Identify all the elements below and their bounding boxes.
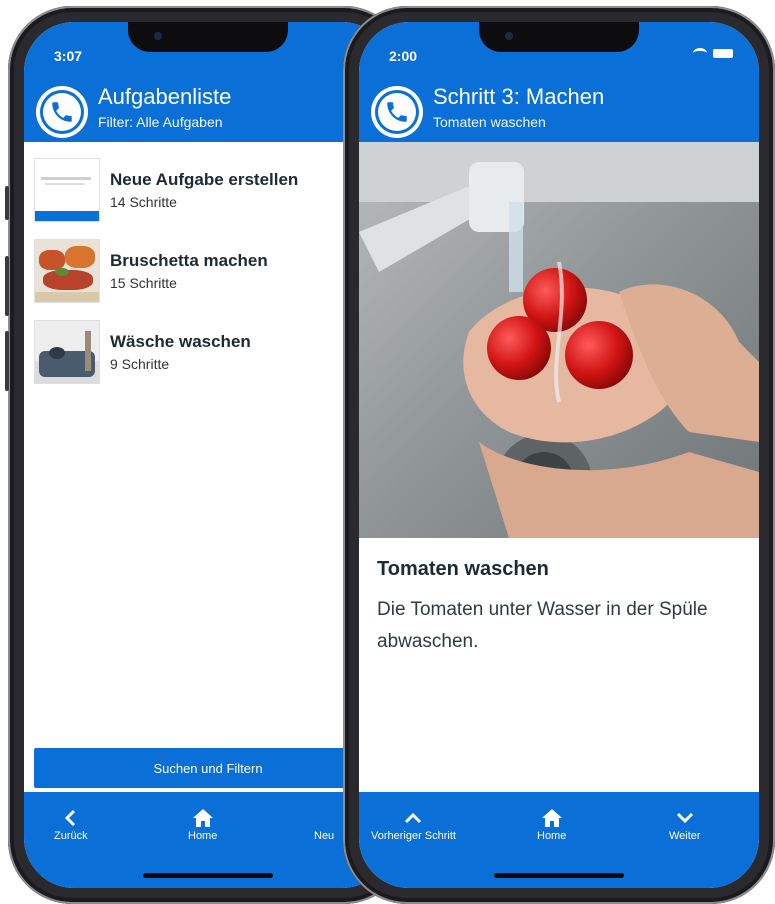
previous-step-button[interactable]: Vorheriger Schritt xyxy=(371,806,456,842)
task-thumbnail xyxy=(34,239,100,303)
page-title: Aufgabenliste xyxy=(98,84,232,109)
task-steps: 14 Schritte xyxy=(110,194,177,210)
next-button[interactable]: Weiter xyxy=(669,806,701,842)
home-icon xyxy=(192,806,214,830)
step-header-subtitle: Tomaten waschen xyxy=(433,114,546,130)
home-label: Home xyxy=(188,830,218,842)
step-photo xyxy=(359,142,759,538)
status-time: 3:07 xyxy=(54,48,83,64)
right-phone-frame: 2:00 Schritt 3: Machen Tomaten waschen T… xyxy=(343,6,775,904)
filter-subtitle: Filter: Alle Aufgaben xyxy=(98,114,223,130)
home-indicator xyxy=(494,873,624,878)
step-description: Die Tomaten unter Wasser in der Spüle ab… xyxy=(377,599,708,652)
home-button[interactable]: Home xyxy=(537,806,566,842)
left-phone-volume-down xyxy=(5,331,9,391)
notch xyxy=(479,22,639,52)
left-phone-screen: 3:07 Aufgabenliste Filter: Alle Aufgaben xyxy=(24,22,392,888)
left-phone-side-button xyxy=(5,186,9,220)
search-filter-button[interactable]: Suchen und Filtern xyxy=(34,748,392,788)
new-label: Neu xyxy=(314,830,335,842)
home-icon xyxy=(541,806,563,830)
back-button[interactable]: Zurück xyxy=(54,806,88,842)
task-item[interactable]: Neue Aufgabe erstellen 14 Schritte xyxy=(24,150,392,231)
previous-step-label: Vorheriger Schritt xyxy=(371,830,456,842)
call-icon[interactable] xyxy=(36,86,88,138)
task-name: Bruschetta machen xyxy=(110,251,268,270)
left-phone-volume-up xyxy=(5,256,9,316)
battery-icon xyxy=(713,48,733,58)
task-steps: 15 Schritte xyxy=(110,275,177,291)
chevron-left-icon xyxy=(64,806,78,830)
status-time: 2:00 xyxy=(389,48,418,64)
chevron-down-icon xyxy=(676,806,694,830)
task-item[interactable]: Wäsche waschen 9 Schritte xyxy=(24,312,392,393)
stage: 3:07 Aufgabenliste Filter: Alle Aufgaben xyxy=(0,0,775,904)
new-button[interactable]: Neu xyxy=(314,806,334,842)
task-thumbnail xyxy=(34,320,100,384)
step-title: Tomaten waschen xyxy=(377,558,549,580)
home-indicator xyxy=(143,873,273,878)
bottom-nav: Vorheriger Schritt Home Weiter xyxy=(359,792,759,888)
step-header-title: Schritt 3: Machen xyxy=(433,84,605,109)
bottom-nav: Zurück Home Neu xyxy=(24,792,392,888)
home-button[interactable]: Home xyxy=(188,806,217,842)
task-name: Neue Aufgabe erstellen xyxy=(110,170,299,189)
task-name: Wäsche waschen xyxy=(110,332,251,351)
wifi-icon xyxy=(693,48,707,58)
next-label: Weiter xyxy=(669,830,701,842)
chevron-up-icon xyxy=(404,806,422,830)
task-list: Neue Aufgabe erstellen 14 Schritte Brusc… xyxy=(24,150,392,393)
home-label: Home xyxy=(537,830,567,842)
task-item[interactable]: Bruschetta machen 15 Schritte xyxy=(24,231,392,312)
notch xyxy=(128,22,288,52)
call-icon[interactable] xyxy=(371,86,423,138)
back-label: Zurück xyxy=(54,830,88,842)
task-thumbnail xyxy=(34,158,100,222)
task-steps: 9 Schritte xyxy=(110,356,170,372)
right-phone-screen: 2:00 Schritt 3: Machen Tomaten waschen T… xyxy=(359,22,759,888)
